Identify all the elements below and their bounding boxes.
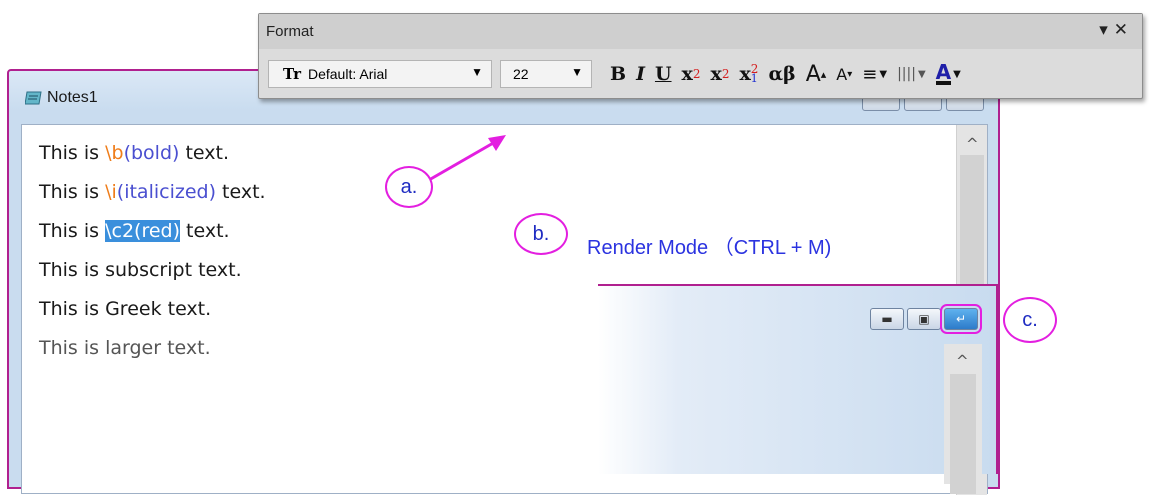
render-mode-label: Render Mode （CTRL + M): [587, 237, 832, 259]
zoom-inset: ▬ ▣ ↵ ^: [598, 284, 998, 494]
annotation-b: b.: [514, 213, 568, 255]
inset-caption-buttons: ▬ ▣ ↵: [870, 304, 982, 334]
restore-icon[interactable]: ▣: [907, 308, 941, 330]
render-mode-icon[interactable]: ↵: [940, 304, 982, 334]
scroll-up-icon: ^: [956, 352, 969, 370]
inset-scrollbar: ^: [944, 344, 982, 494]
annotation-c: c.: [1003, 297, 1057, 343]
annotation-a: a.: [385, 166, 433, 208]
minimize-icon[interactable]: ▬: [870, 308, 904, 330]
scroll-thumb: [950, 374, 976, 494]
